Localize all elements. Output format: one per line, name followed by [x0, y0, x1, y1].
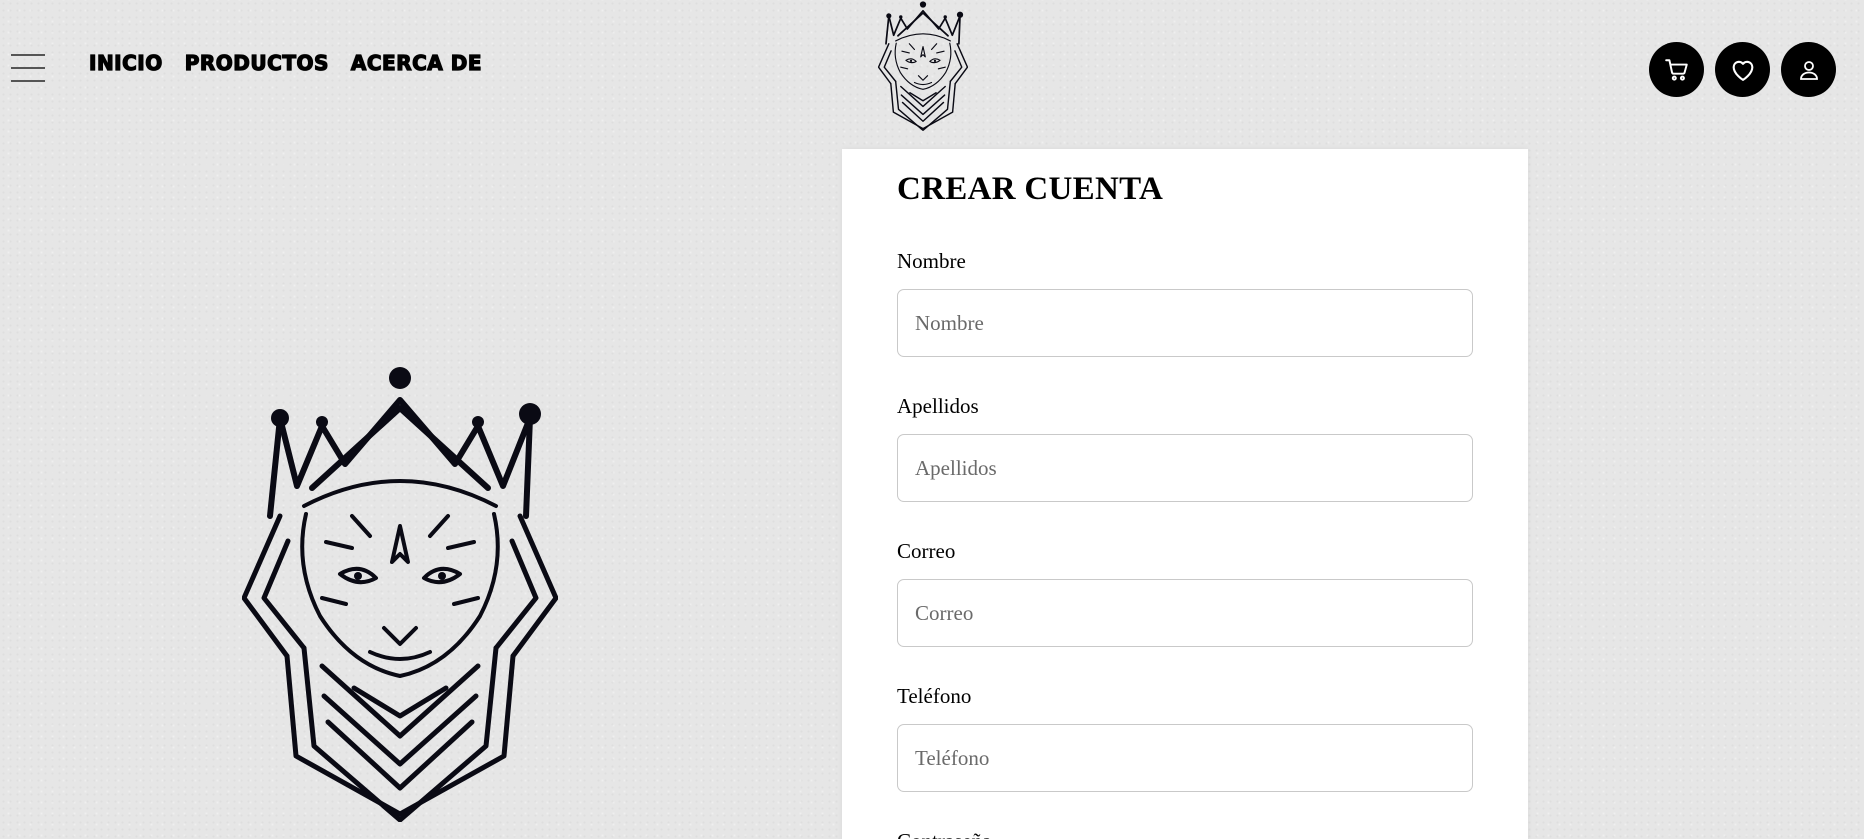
- heart-icon: [1732, 60, 1753, 81]
- account-button[interactable]: [1781, 42, 1836, 97]
- nav-productos[interactable]: PRODUCTOS: [184, 50, 329, 75]
- apellidos-input[interactable]: [897, 434, 1473, 502]
- label-contrasena: Contraseña: [897, 829, 991, 839]
- tiger-crown-illustration: [242, 366, 558, 822]
- label-telefono: Teléfono: [897, 684, 972, 708]
- nav-acerca-de[interactable]: ACERCA DE: [350, 50, 482, 75]
- label-apellidos: Apellidos: [897, 394, 979, 418]
- label-nombre: Nombre: [897, 249, 966, 273]
- create-account-card: CREAR CUENTA Nombre Apellidos Correo Tel…: [842, 149, 1528, 839]
- nav-inicio[interactable]: INICIO: [88, 50, 162, 75]
- wishlist-button[interactable]: [1715, 42, 1770, 97]
- cart-icon: [1664, 58, 1688, 81]
- brand-logo[interactable]: [878, 0, 968, 132]
- telefono-input[interactable]: [897, 724, 1473, 792]
- site-header: INICIO PRODUCTOS ACERCA DE: [0, 0, 1864, 135]
- nombre-input[interactable]: [897, 289, 1473, 357]
- hamburger-menu-icon[interactable]: [11, 54, 45, 84]
- cart-button[interactable]: [1649, 42, 1704, 97]
- form-title: CREAR CUENTA: [897, 171, 1164, 207]
- main-nav: INICIO PRODUCTOS ACERCA DE: [88, 50, 482, 75]
- correo-input[interactable]: [897, 579, 1473, 647]
- user-icon: [1799, 60, 1818, 80]
- label-correo: Correo: [897, 539, 956, 563]
